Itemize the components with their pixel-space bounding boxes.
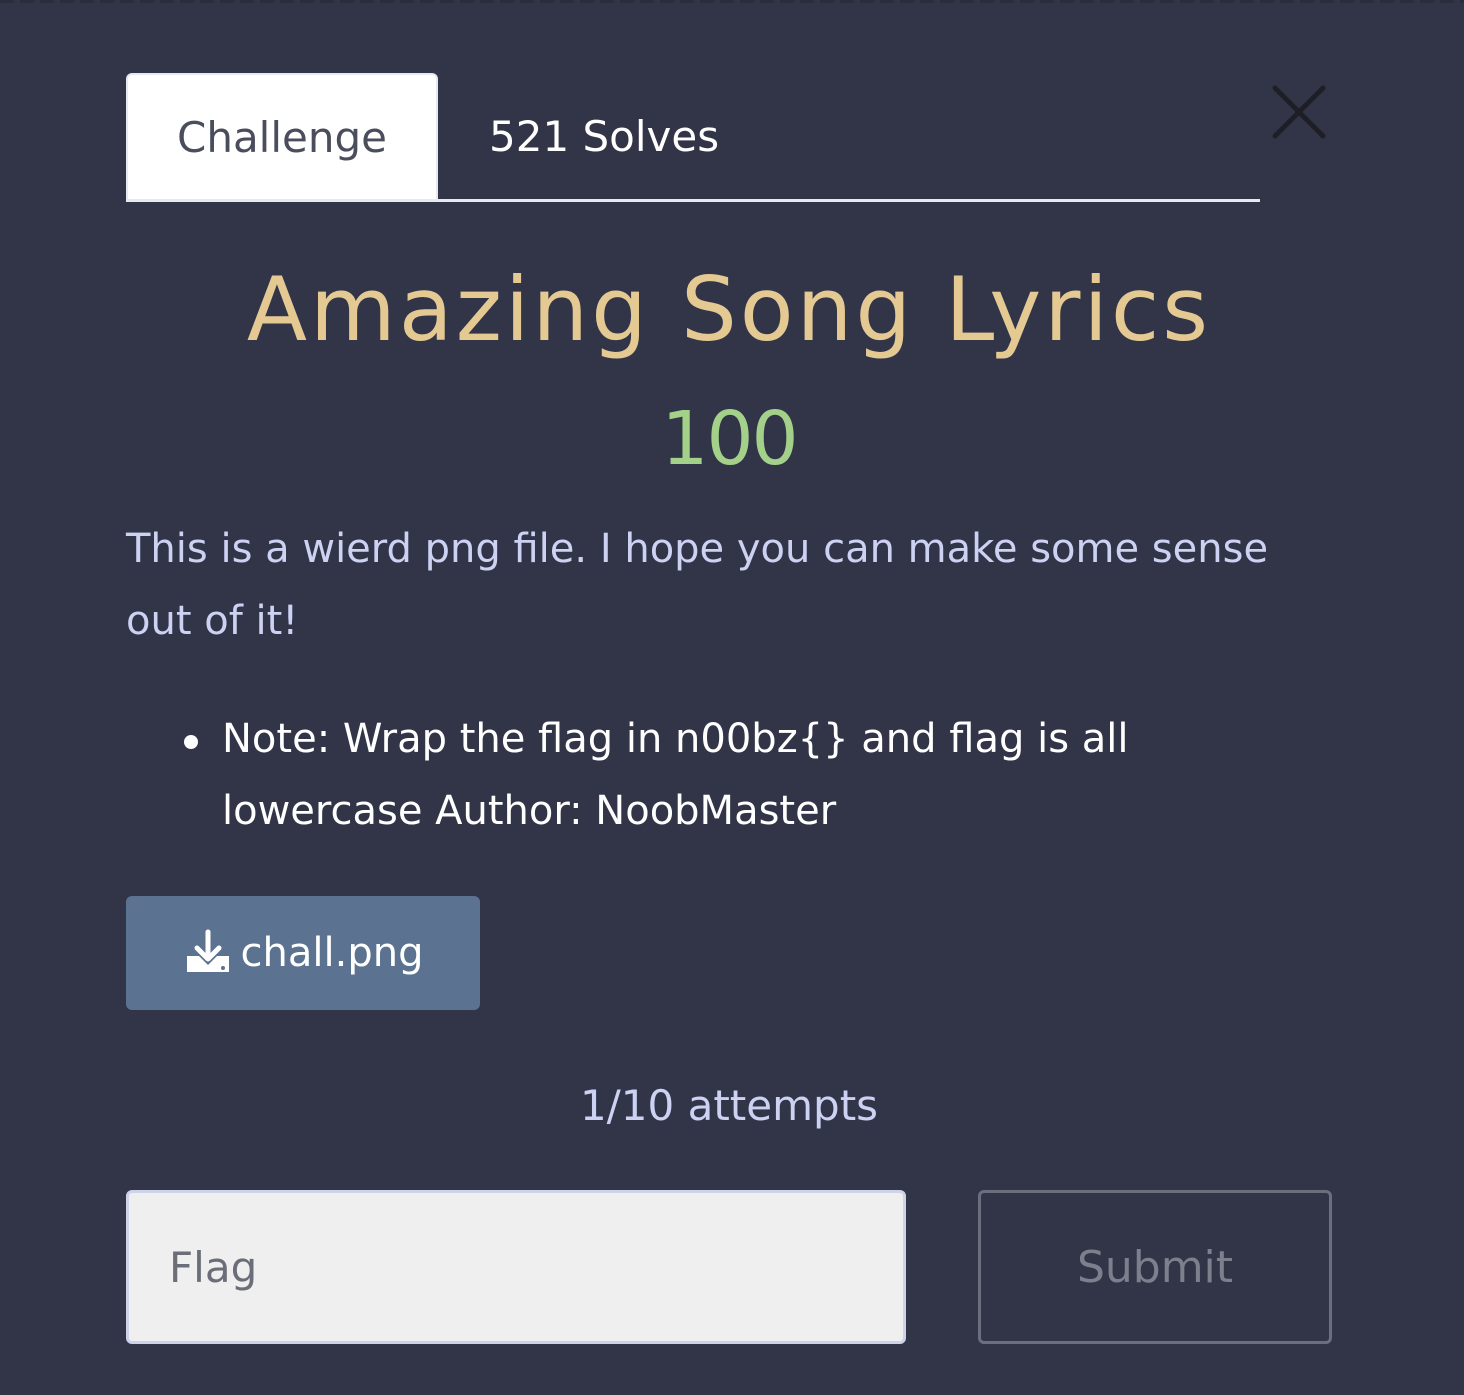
tab-solves[interactable]: 521 Solves <box>461 73 751 199</box>
challenge-value: 100 <box>661 396 798 482</box>
top-border <box>0 0 1464 3</box>
challenge-modal: Challenge 521 Solves Amazing Song Lyrics… <box>126 73 1332 1363</box>
tab-challenge[interactable]: Challenge <box>126 73 438 199</box>
modal-tabs: Challenge 521 Solves <box>126 73 1260 202</box>
download-file-label: chall.png <box>240 930 424 976</box>
tab-challenge-label: Challenge <box>177 112 387 162</box>
attempts-counter: 1/10 attempts <box>579 1081 879 1130</box>
close-icon <box>1272 85 1326 139</box>
challenge-title: Amazing Song Lyrics <box>246 258 1212 361</box>
tab-solves-label: 521 Solves <box>489 111 720 161</box>
challenge-description: This is a wierd png file. I hope you can… <box>126 526 1269 644</box>
challenge-notes: Note: Wrap the flag in n00bz{} and flag … <box>126 703 1322 847</box>
note-item: Note: Wrap the flag in n00bz{} and flag … <box>184 703 1322 847</box>
download-file-button[interactable]: chall.png <box>126 896 480 1010</box>
bullet-icon <box>184 735 198 749</box>
close-button[interactable] <box>1266 79 1332 145</box>
flag-input[interactable] <box>126 1190 906 1344</box>
note-text: Note: Wrap the flag in n00bz{} and flag … <box>222 716 1129 834</box>
download-icon <box>186 929 229 972</box>
submit-button[interactable]: Submit <box>978 1190 1332 1344</box>
